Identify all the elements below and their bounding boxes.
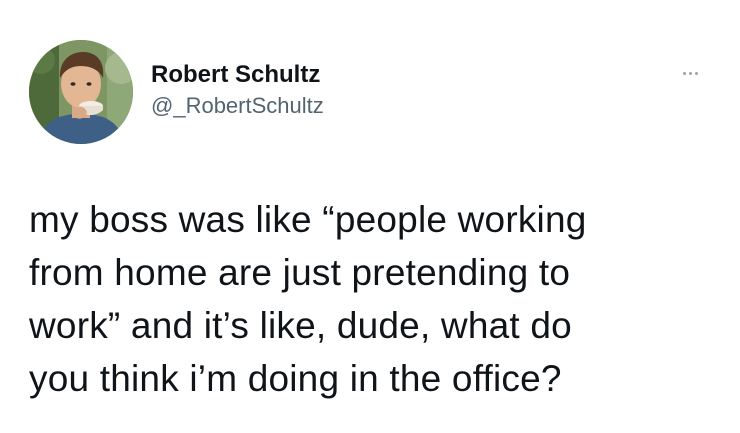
tweet-text: my boss was like “people working from ho… [29,199,587,399]
tweet-card: Robert Schultz @_RobertSchultz my boss w… [0,0,740,433]
author-info: Robert Schultz @_RobertSchultz [151,60,324,120]
more-horizontal-icon-dot [694,71,698,75]
display-name[interactable]: Robert Schultz [151,60,324,90]
more-horizontal-icon-dot [688,71,692,75]
more-options-button[interactable] [676,62,704,84]
user-handle[interactable]: @_RobertSchultz [151,92,324,120]
avatar[interactable] [29,40,133,144]
avatar-photo [29,40,133,144]
more-horizontal-icon [682,71,686,75]
